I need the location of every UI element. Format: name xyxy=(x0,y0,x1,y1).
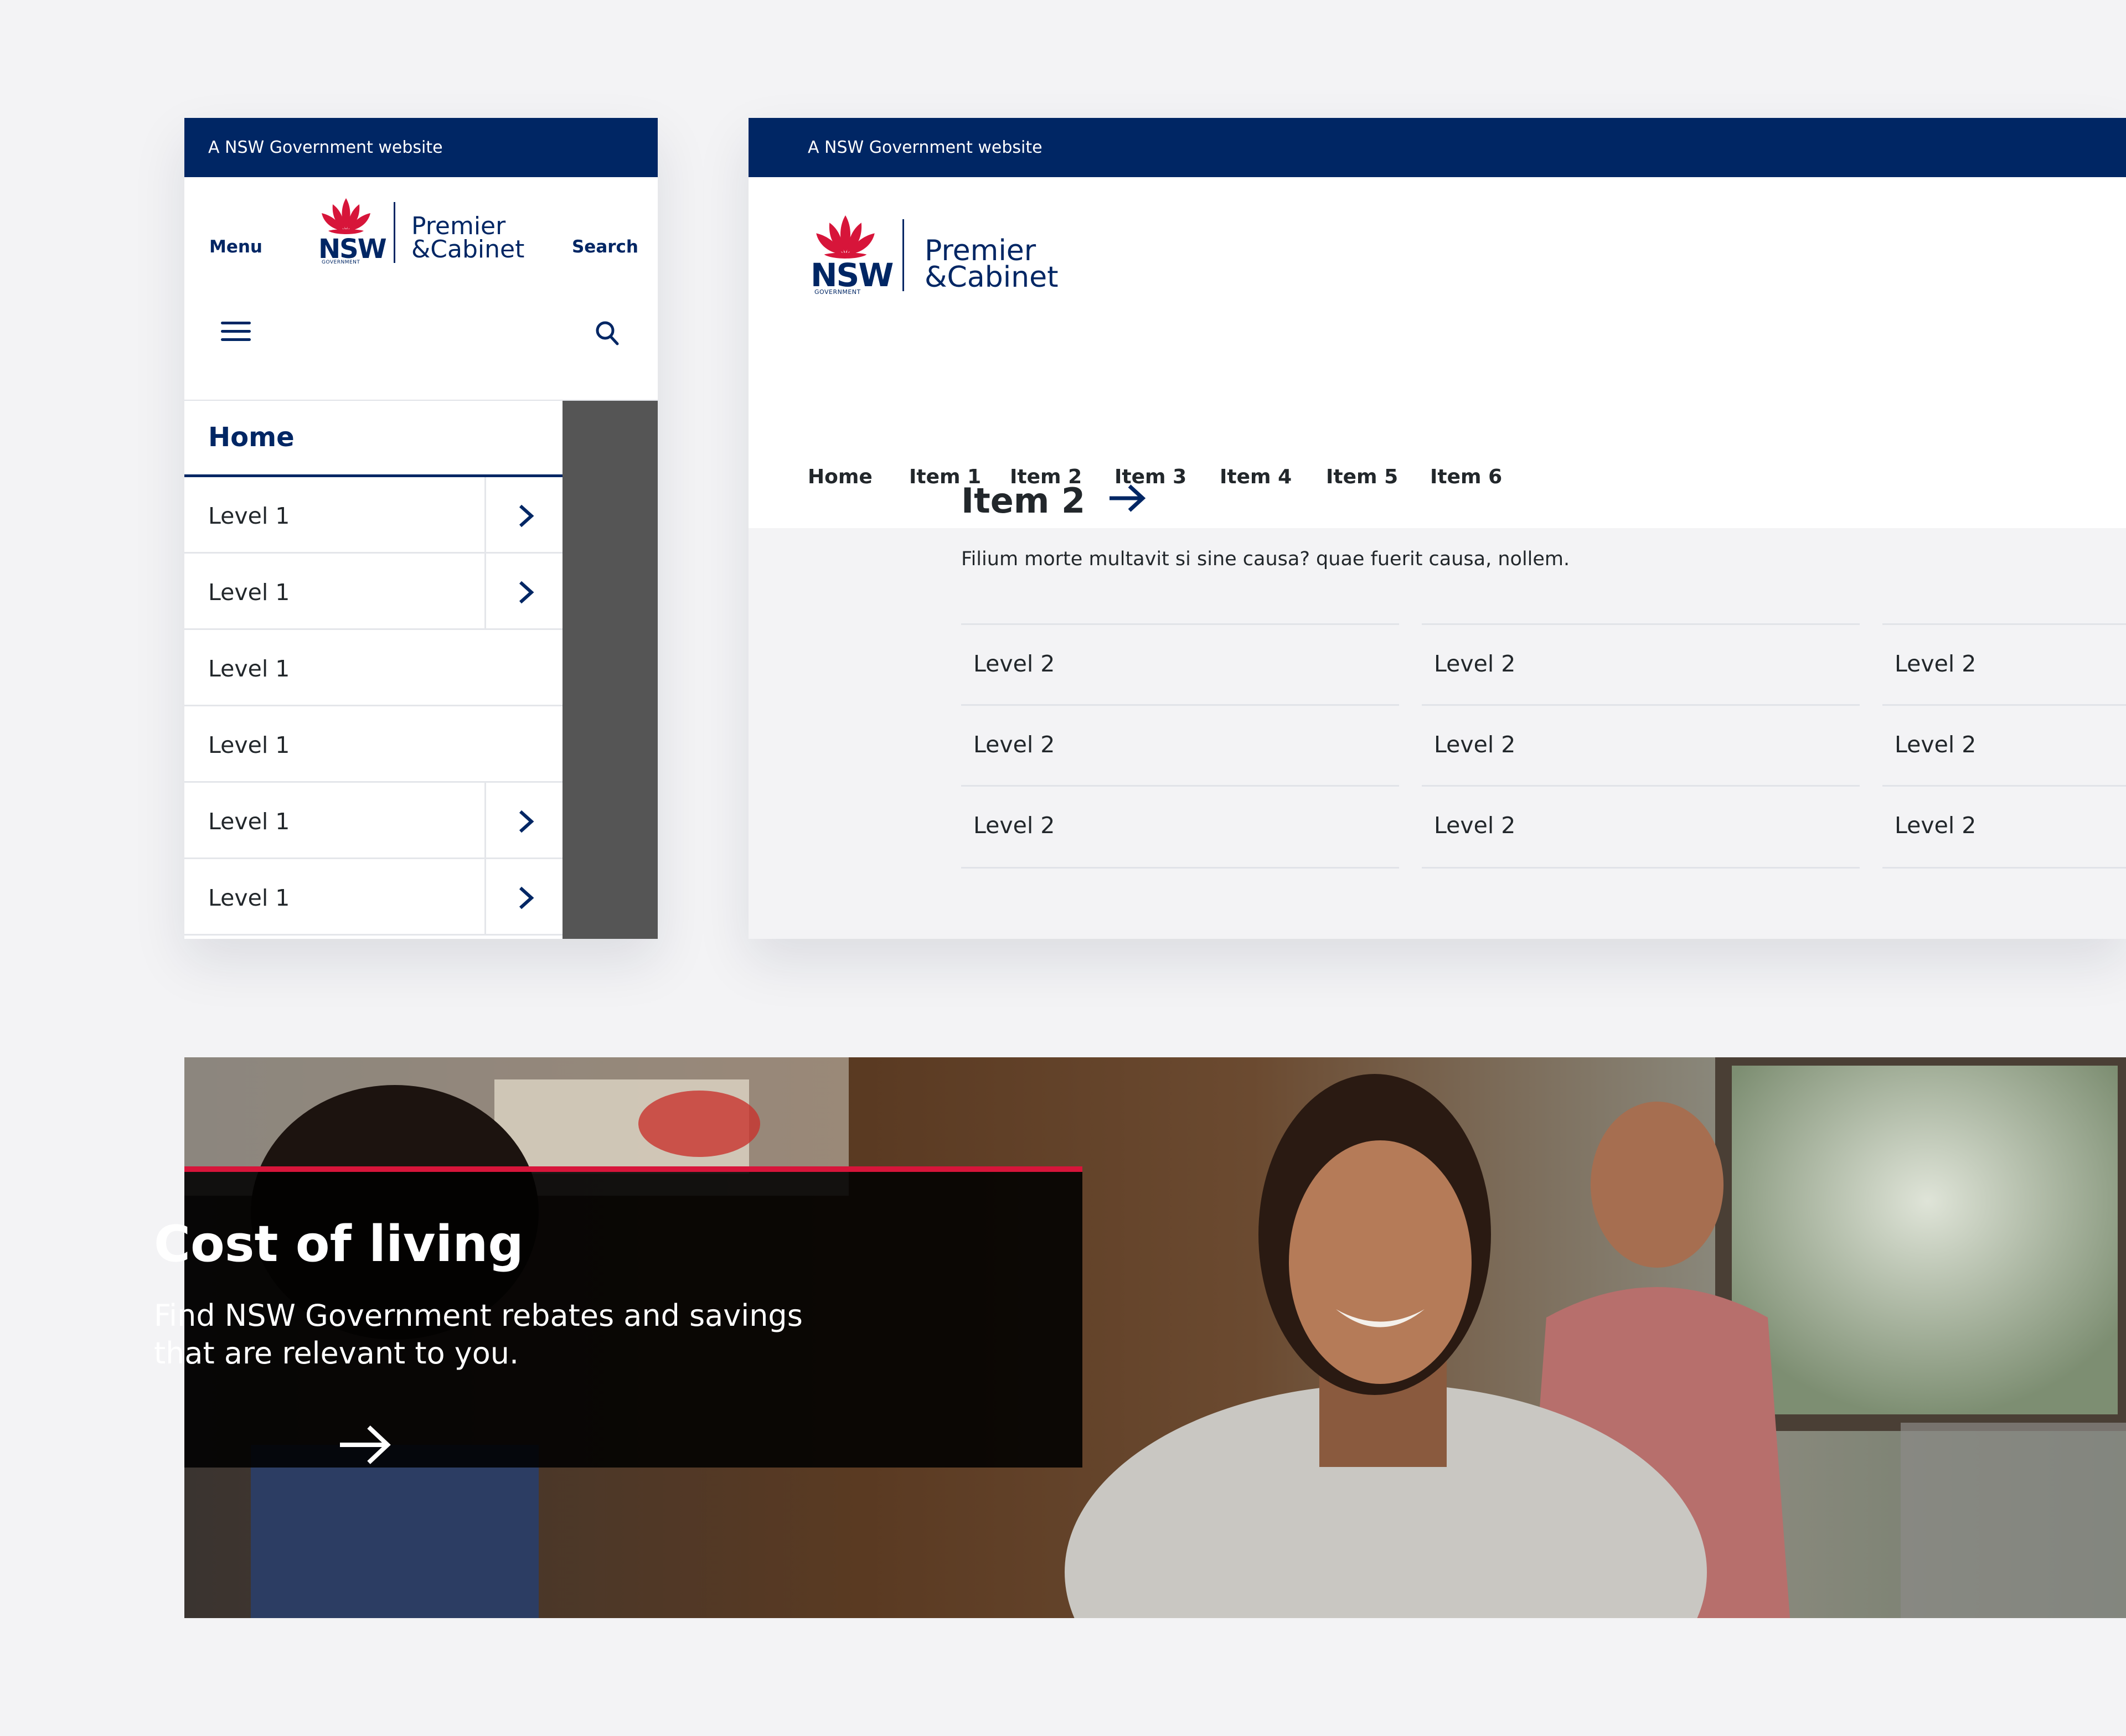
nav-item-label: Level 1 xyxy=(208,732,290,758)
hero-title[interactable]: Cost of living xyxy=(154,1215,524,1273)
chevron-right-icon xyxy=(519,810,534,833)
hero-text: Find NSW Government rebates and savings … xyxy=(154,1298,803,1371)
chevron-right-icon xyxy=(519,581,534,604)
hamburger-icon xyxy=(221,322,251,341)
nav-item[interactable]: Level 1 xyxy=(184,706,563,783)
nav-item-5[interactable]: Item 5 xyxy=(1326,466,1398,488)
level2-label: Level 2 xyxy=(1895,650,1977,677)
logo-divider xyxy=(902,219,904,291)
level2-link[interactable]: Level 2 xyxy=(1882,704,2126,785)
nav-item-label: Level 1 xyxy=(208,655,290,682)
level2-label: Level 2 xyxy=(1434,731,1516,758)
level2-link[interactable]: Level 2 xyxy=(961,623,1399,704)
nav-item[interactable]: Level 1 xyxy=(184,630,563,706)
gov-banner: A NSW Government website xyxy=(749,118,2126,177)
waratah-logo-icon xyxy=(816,215,875,259)
level2-link[interactable]: Level 2 xyxy=(1422,623,1860,704)
arrow-right-icon xyxy=(1109,484,1145,512)
mobile-mockup: A NSW Government website Menu NSW GOVERN… xyxy=(184,118,658,939)
expand-button[interactable] xyxy=(484,859,563,934)
nav-item-label: Level 1 xyxy=(208,808,290,835)
level2-label: Level 2 xyxy=(973,731,1055,758)
level2-label: Level 2 xyxy=(1895,731,1977,758)
nav-item-label: Level 1 xyxy=(208,885,290,911)
level2-link[interactable]: Level 2 xyxy=(961,785,1399,869)
level2-link[interactable]: Level 2 xyxy=(961,704,1399,785)
search-button[interactable] xyxy=(561,201,649,384)
drawer-overlay[interactable] xyxy=(563,401,658,939)
nav-home[interactable]: Home xyxy=(808,466,873,488)
expand-button[interactable] xyxy=(484,783,563,857)
chevron-right-icon xyxy=(519,504,534,528)
nav-item-6[interactable]: Item 6 xyxy=(1430,466,1502,488)
nav-item-label: Level 1 xyxy=(208,579,290,606)
desktop-mockup: A NSW Government website NSW GOVERNMENT … xyxy=(749,118,2126,939)
mega-menu-description: Filium morte multavit si sine causa? qua… xyxy=(961,548,1570,570)
expand-button[interactable] xyxy=(484,477,563,552)
gov-banner: A NSW Government website xyxy=(184,118,658,177)
search-label: Search xyxy=(571,237,638,257)
arrow-right-icon[interactable] xyxy=(338,1424,393,1466)
mega-menu-title[interactable]: Item 2 xyxy=(961,480,1145,521)
waratah-logo-icon xyxy=(322,198,370,234)
nav-item-4[interactable]: Item 4 xyxy=(1220,466,1292,488)
nav-item[interactable]: Level 1 xyxy=(184,477,563,554)
level2-link[interactable]: Level 2 xyxy=(1882,785,2126,869)
mega-menu-title-text: Item 2 xyxy=(961,480,1086,521)
nav-item[interactable]: Level 1 xyxy=(184,783,563,859)
nav-item[interactable]: Level 1 xyxy=(184,554,563,630)
search-icon xyxy=(596,321,619,345)
level2-label: Level 2 xyxy=(973,812,1055,839)
nav-home[interactable]: Home xyxy=(184,401,563,477)
chevron-right-icon xyxy=(519,886,534,910)
menu-label: Menu xyxy=(209,237,262,257)
expand-button[interactable] xyxy=(484,554,563,628)
level2-label: Level 2 xyxy=(1895,812,1977,839)
level2-link[interactable]: Level 2 xyxy=(1422,785,1860,869)
brand-line-2: &Cabinet xyxy=(411,235,525,264)
government-wordmark: GOVERNMENT xyxy=(814,288,861,296)
gov-banner-text: A NSW Government website xyxy=(208,138,443,157)
level2-label: Level 2 xyxy=(1434,650,1516,677)
gov-banner-text: A NSW Government website xyxy=(808,138,1043,157)
logo-divider xyxy=(394,202,395,263)
level2-link[interactable]: Level 2 xyxy=(1422,704,1860,785)
brand-line-2: &Cabinet xyxy=(925,261,1059,294)
level2-label: Level 2 xyxy=(973,650,1055,677)
nav-item[interactable]: Level 1 xyxy=(184,859,563,936)
menu-button[interactable] xyxy=(204,201,276,384)
nav-home-label: Home xyxy=(208,422,295,453)
level2-label: Level 2 xyxy=(1434,812,1516,839)
nav-item-label: Level 1 xyxy=(208,503,290,529)
government-wordmark: GOVERNMENT xyxy=(322,260,360,265)
level2-link[interactable]: Level 2 xyxy=(1882,623,2126,704)
